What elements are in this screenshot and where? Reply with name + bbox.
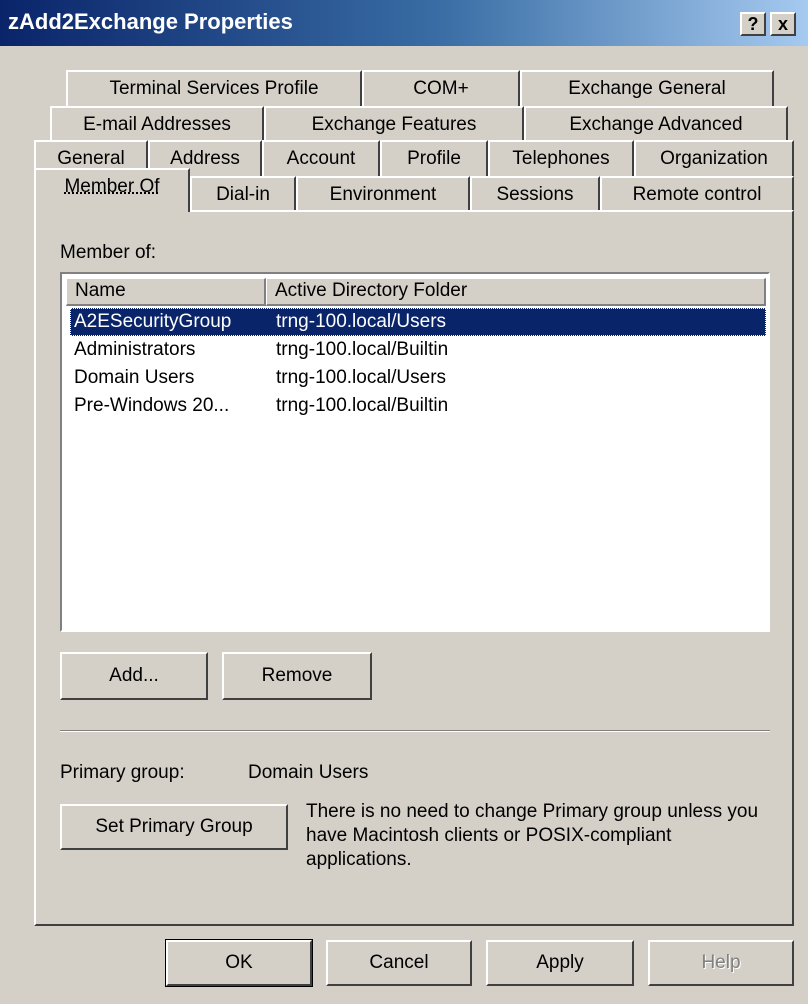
set-primary-group-button[interactable]: Set Primary Group <box>60 804 288 850</box>
column-header-name[interactable]: Name <box>66 278 266 306</box>
tab-profile[interactable]: Profile <box>380 140 488 176</box>
ok-button[interactable]: OK <box>165 939 313 987</box>
row-name: Pre-Windows 20... <box>74 395 230 416</box>
tab-environment[interactable]: Environment <box>296 176 470 212</box>
row-name: A2ESecurityGroup <box>74 311 232 332</box>
primary-group-value: Domain Users <box>248 762 369 783</box>
member-of-panel: Member of: Name Active Directory Folder … <box>34 210 794 926</box>
list-row[interactable]: Pre-Windows 20... trng-100.local/Builtin <box>70 392 766 420</box>
row-name: Domain Users <box>74 367 195 388</box>
member-of-label: Member of: <box>60 242 157 263</box>
tab-com-plus[interactable]: COM+ <box>362 70 520 106</box>
apply-button[interactable]: Apply <box>486 940 634 986</box>
tab-email-addresses[interactable]: E-mail Addresses <box>50 106 264 142</box>
properties-dialog: zAdd2Exchange Properties ? x Terminal Se… <box>0 0 808 1004</box>
window-title: zAdd2Exchange Properties <box>8 9 293 34</box>
tab-exchange-general[interactable]: Exchange General <box>520 70 774 106</box>
list-row[interactable]: Administrators trng-100.local/Builtin <box>70 336 766 364</box>
list-row[interactable]: Domain Users trng-100.local/Users <box>70 364 766 392</box>
tab-remote-control[interactable]: Remote control <box>600 176 794 212</box>
row-folder: trng-100.local/Users <box>276 311 447 332</box>
help-button[interactable]: Help <box>648 940 794 986</box>
help-button-label: Help <box>701 952 741 973</box>
primary-group-label: Primary group: <box>60 762 185 783</box>
cancel-button[interactable]: Cancel <box>326 940 472 986</box>
primary-group-note: There is no need to change Primary group… <box>306 801 759 870</box>
tab-member-of[interactable]: Member Of <box>34 168 190 212</box>
tab-organization[interactable]: Organization <box>634 140 794 176</box>
tab-terminal-services-profile[interactable]: Terminal Services Profile <box>66 70 362 106</box>
add-button[interactable]: Add... <box>60 652 208 700</box>
tab-sessions[interactable]: Sessions <box>470 176 600 212</box>
title-bar[interactable]: zAdd2Exchange Properties ? x <box>0 0 808 46</box>
row-folder: trng-100.local/Users <box>276 367 447 388</box>
tab-account[interactable]: Account <box>262 140 380 176</box>
tab-dial-in[interactable]: Dial-in <box>190 176 296 212</box>
list-row[interactable]: A2ESecurityGroup trng-100.local/Users <box>70 308 766 336</box>
remove-button[interactable]: Remove <box>222 652 372 700</box>
help-title-button[interactable]: ? <box>740 12 766 36</box>
tab-telephones[interactable]: Telephones <box>488 140 634 176</box>
member-of-list[interactable]: Name Active Directory Folder A2ESecurity… <box>60 272 770 632</box>
divider <box>60 730 770 732</box>
tab-exchange-advanced[interactable]: Exchange Advanced <box>524 106 788 142</box>
tab-member-of-label: Member Of <box>64 176 160 197</box>
row-folder: trng-100.local/Builtin <box>276 395 449 416</box>
tab-exchange-features[interactable]: Exchange Features <box>264 106 524 142</box>
close-title-button[interactable]: x <box>770 12 796 36</box>
row-folder: trng-100.local/Builtin <box>276 339 449 360</box>
column-header-folder[interactable]: Active Directory Folder <box>266 278 766 306</box>
row-name: Administrators <box>74 339 196 360</box>
